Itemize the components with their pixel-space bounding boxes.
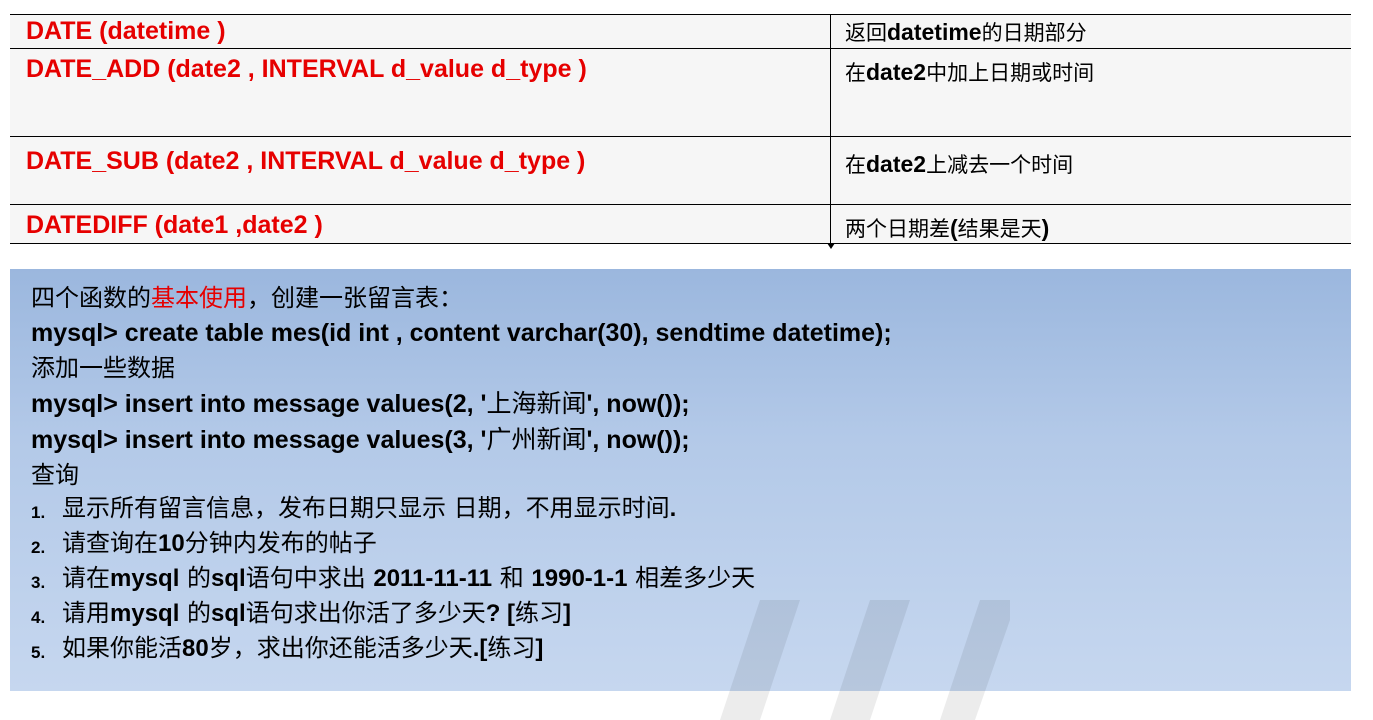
list-item: 5. 如果你能活80岁，求出你还能活多少天.[练习] xyxy=(31,634,544,662)
list-item: 2. 请查询在10分钟内发布的帖子 xyxy=(31,529,377,557)
highlight-text: 基本使用 xyxy=(151,284,247,312)
query-label: 查询 xyxy=(31,461,79,489)
exercise-list: 1. 显示所有留言信息，发布日期只显示 日期，不用显示时间. 2. 请查询在10… xyxy=(31,493,1351,668)
insert-sql-1: mysql> insert into message values(2, '上海… xyxy=(31,389,690,418)
function-description: 在date2中加上日期或时间 xyxy=(845,59,1095,85)
function-signature: DATE_ADD (date2 , INTERVAL d_value d_typ… xyxy=(10,49,831,136)
function-description: 两个日期差(结果是天) xyxy=(845,215,1050,241)
function-signature: DATE (datetime ) xyxy=(10,15,831,48)
table-row: DATE_SUB (date2 , INTERVAL d_value d_typ… xyxy=(10,137,1351,205)
create-table-sql: mysql> create table mes(id int , content… xyxy=(31,319,892,347)
function-signature: DATEDIFF (date1 ,date2 ) xyxy=(10,205,835,249)
watermark-graphic xyxy=(720,600,1010,720)
function-description: 返回datetime的日期部分 xyxy=(845,19,1087,45)
function-description: 在date2上减去一个时间 xyxy=(845,151,1074,177)
list-item: 3. 请在mysql 的sql语句中求出 2011-11-11 和 1990-1… xyxy=(31,564,756,592)
list-item: 1. 显示所有留言信息，发布日期只显示 日期，不用显示时间. xyxy=(31,494,677,522)
intro-line: 四个函数的基本使用，创建一张留言表： xyxy=(31,284,463,312)
example-panel: 四个函数的基本使用，创建一张留言表： mysql> create table m… xyxy=(10,269,1351,691)
function-signature: DATE_SUB (date2 , INTERVAL d_value d_typ… xyxy=(10,137,831,204)
add-data-label: 添加一些数据 xyxy=(31,354,175,382)
caret-down-icon xyxy=(827,243,835,249)
insert-sql-2: mysql> insert into message values(3, '广州… xyxy=(31,425,690,454)
list-item: 4. 请用mysql 的sql语句求出你活了多少天? [练习] xyxy=(31,599,572,627)
table-row: DATE (datetime ) 返回datetime的日期部分 xyxy=(10,15,1351,49)
table-row: DATEDIFF (date1 ,date2 ) 两个日期差(结果是天) xyxy=(10,205,1351,249)
table-row: DATE_ADD (date2 , INTERVAL d_value d_typ… xyxy=(10,49,1351,137)
function-table: DATE (datetime ) 返回datetime的日期部分 DATE_AD… xyxy=(10,14,1351,249)
